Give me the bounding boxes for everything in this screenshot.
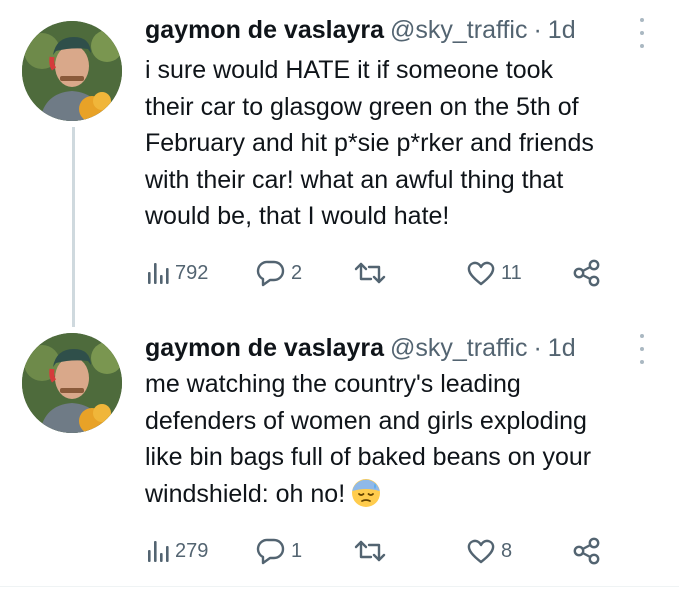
share-button[interactable] <box>572 536 602 566</box>
reply-bubble-icon <box>256 538 285 565</box>
thread-connector-line <box>72 127 75 327</box>
views-count: 279 <box>175 539 209 562</box>
views-button[interactable]: 279 <box>146 536 208 566</box>
retweet-button[interactable] <box>354 258 391 288</box>
bar-chart-icon <box>148 263 169 284</box>
author-handle[interactable]: @sky_traffic <box>390 16 527 44</box>
retweet-button[interactable] <box>354 536 391 566</box>
divider <box>0 586 679 587</box>
avatar[interactable] <box>22 333 122 433</box>
tweet-timestamp[interactable]: 1d <box>548 334 576 362</box>
retweet-icon <box>354 262 386 284</box>
retweet-icon <box>354 540 386 562</box>
author-handle[interactable]: @sky_traffic <box>390 334 527 362</box>
reply-bubble-icon <box>256 260 285 287</box>
tweet-text: me watching the country's leading defend… <box>145 366 665 512</box>
header-separator: · <box>533 16 542 44</box>
downcast-face-with-sweat-icon <box>352 478 381 507</box>
more-vertical-icon[interactable] <box>637 18 647 48</box>
like-button[interactable]: 8 <box>466 536 512 566</box>
like-button[interactable]: 11 <box>466 258 522 288</box>
reply-count: 1 <box>291 539 303 562</box>
like-count: 8 <box>501 539 513 562</box>
avatar-photo <box>22 21 122 121</box>
like-count: 11 <box>501 261 522 284</box>
avatar[interactable] <box>22 21 122 121</box>
tweet-header: gaymon de vaslayra @sky_traffic · 1d <box>145 14 576 46</box>
heart-icon <box>467 261 495 286</box>
tweet-header: gaymon de vaslayra @sky_traffic · 1d <box>145 332 576 364</box>
bar-chart-icon <box>148 541 169 562</box>
share-icon <box>573 259 600 287</box>
tweet-thread: gaymon de vaslayra @sky_traffic · 1d i sure… <box>0 0 679 600</box>
author-name[interactable]: gaymon de vaslayra <box>145 16 384 44</box>
heart-icon <box>467 539 495 564</box>
reply-button[interactable]: 1 <box>256 536 302 566</box>
reply-count: 2 <box>291 261 303 284</box>
views-button[interactable]: 792 <box>146 258 208 288</box>
tweet-timestamp[interactable]: 1d <box>548 16 576 44</box>
tweet-actions: 279 1 8 <box>140 536 620 566</box>
share-button[interactable] <box>572 258 602 288</box>
views-count: 792 <box>175 261 209 284</box>
header-separator: · <box>533 334 542 362</box>
author-name[interactable]: gaymon de vaslayra <box>145 334 384 362</box>
reply-button[interactable]: 2 <box>256 258 302 288</box>
tweet-text: i sure would HATE it if someone took the… <box>145 56 594 230</box>
share-icon <box>573 537 600 565</box>
tweet-actions: 792 2 11 <box>140 258 620 288</box>
avatar-photo <box>22 333 122 433</box>
more-vertical-icon[interactable] <box>637 334 647 364</box>
